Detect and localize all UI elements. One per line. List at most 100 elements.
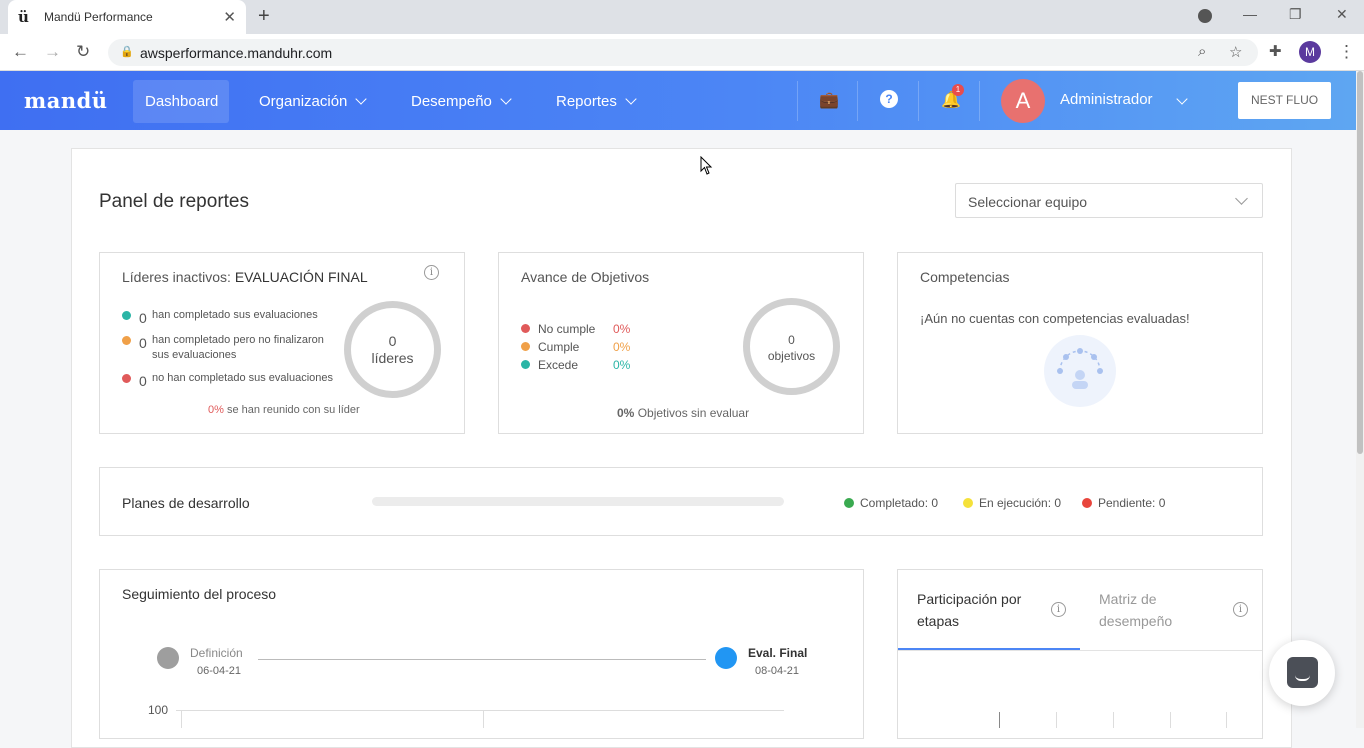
extensions-icon[interactable]: ✚ <box>1269 42 1282 60</box>
restore-icon[interactable]: ❐ <box>1289 6 1302 23</box>
chat-launcher-button[interactable] <box>1269 640 1335 706</box>
legend-dot <box>963 498 973 508</box>
info-icon[interactable]: i <box>1233 602 1248 617</box>
new-tab-icon[interactable]: + <box>258 5 270 28</box>
footer-text: se han reunido con su líder <box>226 404 360 416</box>
legend-dot <box>844 498 854 508</box>
objective-label: Cumple <box>538 340 580 354</box>
nav-reportes[interactable]: Reportes <box>544 80 647 123</box>
leaders-footer: 0% se han reunido con su líder <box>208 404 360 416</box>
legend-label: Pendiente: 0 <box>1098 496 1166 510</box>
nav-desempeno[interactable]: Desempeño <box>399 80 522 123</box>
card-title-main: EVALUACIÓN FINAL <box>234 269 368 285</box>
page-title: Panel de reportes <box>99 191 249 212</box>
chart-axis <box>181 710 182 728</box>
chevron-down-icon <box>625 93 637 105</box>
zoom-icon[interactable]: ⌕ <box>1198 43 1206 60</box>
legend-label: Completado: 0 <box>860 496 939 510</box>
stage-label: Eval. Final <box>748 646 808 660</box>
objective-pct: 0% <box>613 358 631 372</box>
status-dot <box>521 324 530 333</box>
nav-organizacion[interactable]: Organización <box>247 80 377 123</box>
ring-label: objetivos <box>767 349 816 363</box>
nav-label: Desempeño <box>411 93 492 110</box>
timeline-line <box>258 659 706 660</box>
ring-value: 0 <box>788 333 795 347</box>
chevron-down-icon[interactable] <box>1176 93 1188 105</box>
scrollbar-thumb[interactable] <box>1357 71 1363 454</box>
divider <box>857 81 858 121</box>
url-text: awsperformance.manduhr.com <box>140 45 333 61</box>
footer-pct: 0% <box>208 404 224 416</box>
address-bar: ← → ↻ 🔒 awsperformance.manduhr.com ⌕ ☆ ✚… <box>0 34 1364 71</box>
stat-text: han completado sus evaluaciones <box>152 309 318 321</box>
ring-value: 0 <box>388 333 397 349</box>
forward-icon[interactable]: → <box>44 42 61 62</box>
card-title-prefix: Líderes inactivos: <box>122 269 231 285</box>
briefcase-icon[interactable]: 💼 <box>819 90 839 110</box>
stage-date: 08-04-21 <box>755 665 800 677</box>
favicon-icon: ü <box>18 8 29 26</box>
status-dot <box>122 336 131 345</box>
team-select[interactable]: Seleccionar equipo <box>955 183 1263 218</box>
lock-icon: 🔒 <box>120 46 134 58</box>
card-title: Avance de Objetivos <box>521 269 650 285</box>
status-dot <box>521 360 530 369</box>
stage-dot <box>715 647 737 669</box>
omnibox[interactable]: 🔒 awsperformance.manduhr.com ⌕ ☆ <box>108 39 1258 66</box>
bookmark-star-icon[interactable]: ☆ <box>1229 43 1242 61</box>
chat-smile <box>1295 675 1310 681</box>
mandu-logo[interactable]: mandü <box>24 88 108 113</box>
browser-tab[interactable]: ü Mandü Performance ✕ <box>8 0 246 34</box>
stat-text: no han completado sus evaluaciones <box>152 372 334 384</box>
profile-avatar[interactable]: M <box>1299 41 1321 63</box>
team-select-placeholder: Seleccionar equipo <box>968 194 1088 210</box>
chart-gridline <box>1226 712 1227 728</box>
divider <box>918 81 919 121</box>
stage-label: Definición <box>190 646 243 660</box>
status-dot <box>122 374 131 383</box>
footer-pct: 0% <box>617 406 635 420</box>
status-dot <box>122 311 131 320</box>
status-dot <box>521 342 530 351</box>
chevron-down-icon <box>500 93 512 105</box>
help-icon[interactable]: ? <box>880 90 898 108</box>
stat-count: 0 <box>139 335 147 351</box>
minimize-icon[interactable]: — <box>1243 6 1257 22</box>
divider <box>797 81 798 121</box>
browser-tab-bar: ü Mandü Performance ✕ + — ❐ ✕ <box>0 0 1364 34</box>
legend-pending: Pendiente: 0 <box>1082 496 1165 510</box>
nav-label: Reportes <box>556 93 617 110</box>
tab-participation[interactable]: Participación por etapas <box>917 588 1042 632</box>
chart-axis <box>483 710 484 728</box>
footer-text: Objetivos sin evaluar <box>637 406 750 420</box>
browser-menu-icon[interactable]: ⋮ <box>1338 42 1355 62</box>
divider <box>979 81 980 121</box>
objectives-footer: 0% Objetivos sin evaluar <box>617 406 749 420</box>
nav-dashboard[interactable]: Dashboard <box>133 80 229 123</box>
back-icon[interactable]: ← <box>12 42 29 62</box>
tab-title: Mandü Performance <box>44 10 153 24</box>
nest-fluo-button[interactable]: NEST FLUO <box>1238 82 1331 119</box>
legend-dot <box>1082 498 1092 508</box>
close-window-icon[interactable]: ✕ <box>1336 6 1348 23</box>
development-progress-bar <box>372 497 784 506</box>
legend-completed: Completado: 0 <box>844 496 938 510</box>
objective-label: No cumple <box>538 322 596 336</box>
close-tab-icon[interactable]: ✕ <box>223 8 236 26</box>
stat-count: 0 <box>139 373 147 389</box>
chart-gridline <box>176 710 784 711</box>
user-name[interactable]: Administrador <box>1060 91 1153 108</box>
chart-gridline <box>1113 712 1114 728</box>
tab-search-icon[interactable] <box>1198 9 1212 23</box>
info-icon[interactable]: i <box>1051 602 1066 617</box>
tab-performance-matrix[interactable]: Matriz de desempeño <box>1099 588 1209 632</box>
stage-date: 06-04-21 <box>197 665 242 677</box>
scrollbar[interactable] <box>1356 71 1364 728</box>
user-avatar[interactable]: A <box>1001 79 1045 123</box>
info-icon[interactable]: i <box>424 265 439 280</box>
chart-gridline <box>1056 712 1057 728</box>
objective-pct: 0% <box>613 340 631 354</box>
ring-label: líderes <box>371 350 414 366</box>
reload-icon[interactable]: ↻ <box>76 42 90 62</box>
